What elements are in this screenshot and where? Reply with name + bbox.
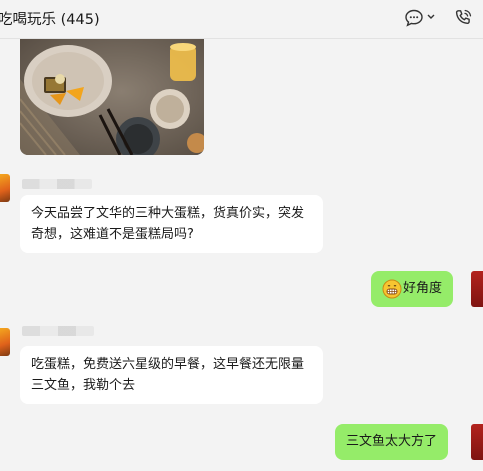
message-text: 吃蛋糕，免费送六星级的早餐，这早餐还无限量三文鱼，我勒个去 bbox=[31, 357, 305, 393]
message-text: 今天品尝了文华的三种大蛋糕，货真价实，突发奇想，这难道不是蛋糕局吗? bbox=[31, 206, 305, 242]
grinning-face-icon bbox=[382, 279, 402, 299]
message-bubble-outgoing[interactable]: 好角度 bbox=[371, 271, 454, 307]
chevron-down-icon[interactable] bbox=[426, 10, 436, 24]
avatar-self[interactable] bbox=[471, 424, 483, 460]
phone-call-icon[interactable] bbox=[453, 8, 473, 28]
message-bubble-outgoing[interactable]: 三文鱼太大方了 bbox=[335, 424, 449, 460]
chat-title: 吃喝玩乐 (445) bbox=[0, 12, 100, 28]
message-bubble[interactable]: 吃蛋糕，免费送六星级的早餐，这早餐还无限量三文鱼，我勒个去 bbox=[20, 346, 323, 404]
avatar-self[interactable] bbox=[471, 271, 483, 307]
sender-name-blurred bbox=[22, 326, 94, 336]
avatar[interactable] bbox=[0, 328, 10, 356]
chat-header: 吃喝玩乐 (445) bbox=[0, 0, 483, 39]
message-bubble[interactable]: 今天品尝了文华的三种大蛋糕，货真价实，突发奇想，这难道不是蛋糕局吗? bbox=[20, 195, 323, 253]
food-photo[interactable] bbox=[20, 39, 204, 155]
avatar[interactable] bbox=[0, 174, 10, 202]
message-text: 三文鱼太大方了 bbox=[346, 434, 438, 449]
chat-bubble-icon[interactable] bbox=[404, 8, 424, 28]
sender-name-blurred bbox=[22, 179, 92, 189]
message-text: 好角度 bbox=[403, 281, 443, 296]
